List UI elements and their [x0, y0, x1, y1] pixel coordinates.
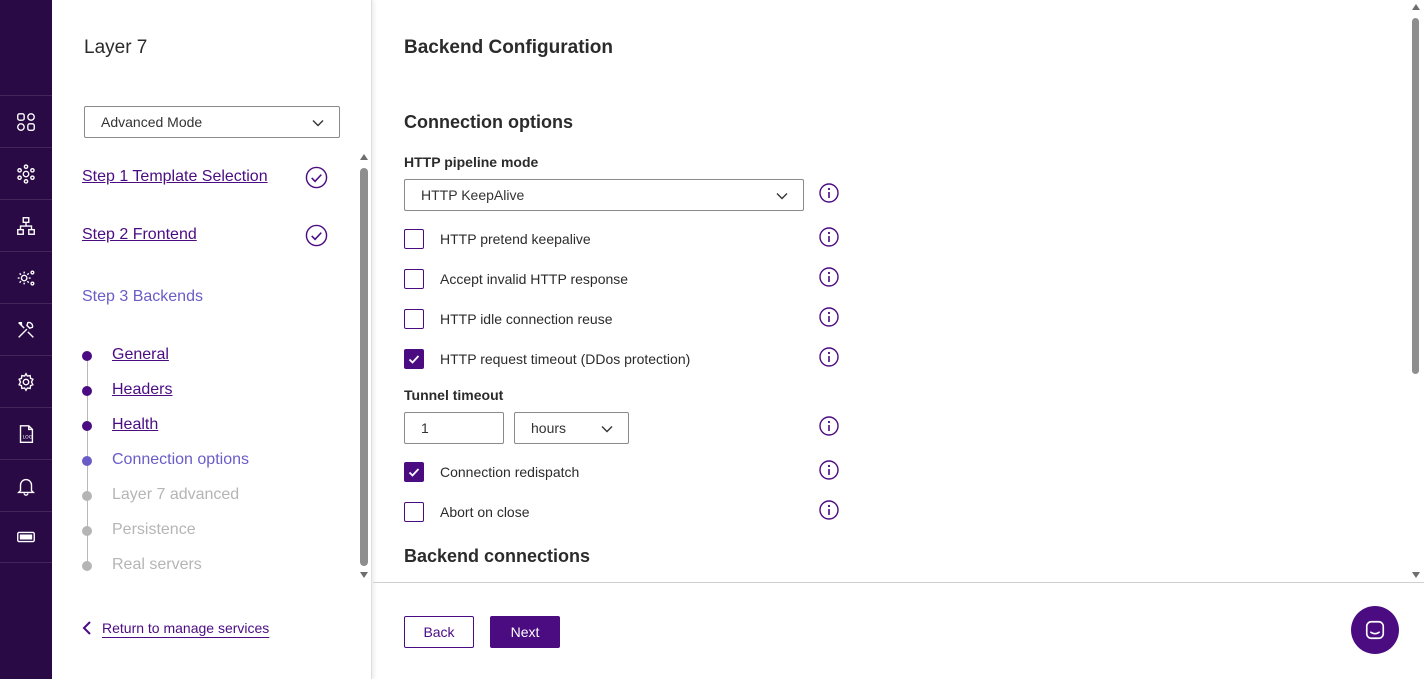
checkbox-label: Abort on close: [440, 504, 530, 520]
chevron-down-icon: [776, 193, 788, 200]
svg-text:LOG: LOG: [23, 434, 33, 440]
checkbox-label: Accept invalid HTTP response: [440, 271, 629, 287]
dashboard-icon[interactable]: [0, 95, 52, 147]
wizard-title: Layer 7: [84, 37, 148, 58]
network-icon[interactable]: [0, 199, 52, 251]
step-template-selection-link[interactable]: Step 1 Template Selection: [82, 168, 268, 186]
checkbox-label: HTTP request timeout (DDos protection): [440, 351, 691, 367]
substep-health-link[interactable]: Health: [112, 416, 158, 434]
http-idle-connection-reuse-row[interactable]: HTTP idle connection reuse: [404, 308, 613, 330]
step-backends-current: Step 3 Backends: [82, 288, 203, 305]
abort-on-close-row[interactable]: Abort on close: [404, 501, 530, 523]
substep-dot-future: [82, 491, 92, 501]
substep-dot-current: [82, 456, 92, 466]
icon-rail: LOG: [0, 0, 52, 679]
scroll-down-arrow-icon[interactable]: [1412, 572, 1420, 578]
http-pipeline-label: HTTP pipeline mode: [404, 154, 539, 170]
bell-icon[interactable]: [0, 459, 52, 511]
mode-select-value: Advanced Mode: [101, 114, 203, 130]
substep-dot-future: [82, 561, 92, 571]
return-link-label: Return to manage services: [102, 620, 270, 636]
http-pipeline-value: HTTP KeepAlive: [421, 187, 525, 203]
tunnel-timeout-value: 1: [421, 420, 429, 436]
http-request-timeout-checkbox[interactable]: [404, 349, 424, 369]
substep-layer7-advanced: Layer 7 advanced: [112, 486, 240, 503]
step-complete-check-icon: [305, 224, 328, 247]
chevron-down-icon: [312, 120, 324, 127]
scroll-down-arrow-icon[interactable]: [360, 572, 368, 578]
tunnel-timeout-unit-select[interactable]: hours: [514, 412, 629, 444]
cluster-icon[interactable]: [0, 147, 52, 199]
substep-connection-options: Connection options: [112, 451, 249, 468]
back-button[interactable]: Back: [404, 616, 474, 648]
step-frontend-link[interactable]: Step 2 Frontend: [82, 226, 197, 244]
log-file-icon[interactable]: LOG: [0, 407, 52, 459]
substep-dot-done: [82, 351, 92, 361]
section-connection-options: Connection options: [404, 112, 573, 132]
settings-cog-icon[interactable]: [0, 251, 52, 303]
substep-dot-done: [82, 421, 92, 431]
abort-on-close-checkbox[interactable]: [404, 502, 424, 522]
info-icon[interactable]: [819, 227, 839, 247]
tunnel-timeout-label: Tunnel timeout: [404, 387, 504, 403]
chat-launcher-button[interactable]: [1351, 606, 1399, 654]
substep-dot-done: [82, 386, 92, 396]
wizard-scrollbar-thumb[interactable]: [360, 168, 368, 566]
accept-invalid-http-response-row[interactable]: Accept invalid HTTP response: [404, 268, 628, 290]
connection-redispatch-checkbox[interactable]: [404, 462, 424, 482]
connection-redispatch-row[interactable]: Connection redispatch: [404, 461, 579, 483]
info-icon[interactable]: [819, 183, 839, 203]
chevron-left-icon: [82, 621, 91, 635]
main-scrollbar-thumb[interactable]: [1412, 18, 1419, 374]
substep-general-link[interactable]: General: [112, 346, 169, 364]
scroll-up-arrow-icon[interactable]: [1412, 4, 1420, 10]
substep-real-servers: Real servers: [112, 556, 202, 573]
tunnel-timeout-unit-value: hours: [531, 420, 567, 436]
checkbox-label: Connection redispatch: [440, 464, 580, 480]
http-pipeline-select[interactable]: HTTP KeepAlive: [404, 179, 804, 211]
info-icon[interactable]: [819, 347, 839, 367]
section-backend-connections: Backend connections: [404, 546, 591, 566]
mode-select[interactable]: Advanced Mode: [84, 106, 340, 138]
http-pretend-keepalive-row[interactable]: HTTP pretend keepalive: [404, 228, 591, 250]
http-request-timeout-row[interactable]: HTTP request timeout (DDos protection): [404, 348, 690, 370]
checkmark-icon: [408, 355, 420, 364]
info-icon[interactable]: [819, 500, 839, 520]
substep-headers-link[interactable]: Headers: [112, 381, 172, 399]
page-title: Backend Configuration: [404, 37, 614, 58]
tools-icon[interactable]: [0, 303, 52, 355]
wizard-sidebar: Layer 7 Advanced Mode Step 1 Template Se…: [52, 0, 372, 679]
checkbox-label: HTTP idle connection reuse: [440, 311, 613, 327]
next-button[interactable]: Next: [490, 616, 560, 648]
substep-dot-future: [82, 526, 92, 536]
chevron-down-icon: [601, 426, 613, 433]
backend-config-panel: Backend Configuration Connection options…: [373, 0, 1424, 583]
accept-invalid-http-response-checkbox[interactable]: [404, 269, 424, 289]
http-pretend-keepalive-checkbox[interactable]: [404, 229, 424, 249]
scroll-up-arrow-icon[interactable]: [360, 154, 368, 160]
checkmark-icon: [408, 468, 420, 477]
info-icon[interactable]: [819, 267, 839, 287]
return-to-services-link[interactable]: Return to manage services: [82, 620, 269, 636]
tunnel-timeout-input[interactable]: 1: [404, 412, 504, 444]
info-icon[interactable]: [819, 460, 839, 480]
ticket-icon[interactable]: [0, 511, 52, 563]
chat-icon: [1365, 620, 1385, 640]
gear-icon[interactable]: [0, 355, 52, 407]
http-idle-connection-reuse-checkbox[interactable]: [404, 309, 424, 329]
checkbox-label: HTTP pretend keepalive: [440, 231, 591, 247]
substep-persistence: Persistence: [112, 521, 196, 538]
info-icon[interactable]: [819, 416, 839, 436]
step-complete-check-icon: [305, 166, 328, 189]
info-icon[interactable]: [819, 307, 839, 327]
